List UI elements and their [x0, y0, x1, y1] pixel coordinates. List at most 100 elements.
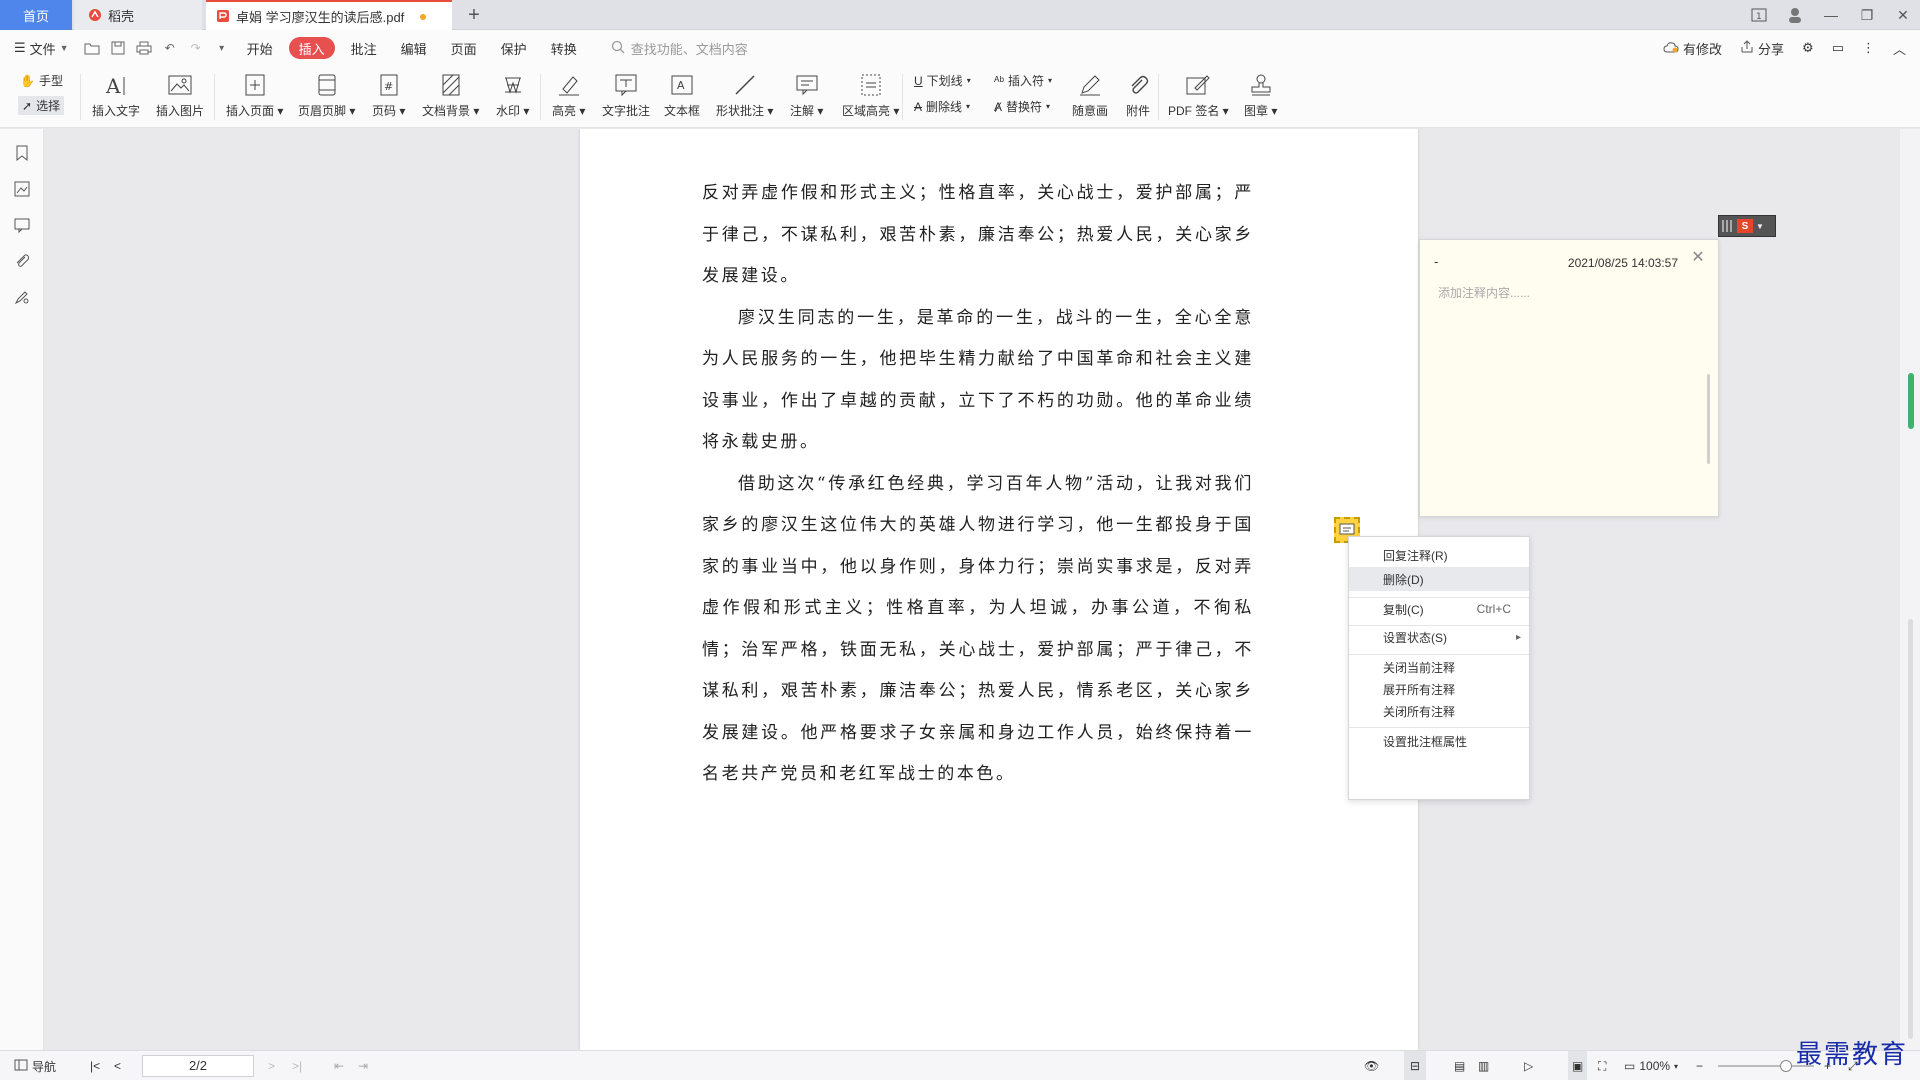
signature-panel-icon[interactable]	[12, 287, 32, 307]
fit-page-button[interactable]: ⛶	[1598, 1051, 1606, 1080]
strikethrough-button[interactable]: A 删除线 ▾	[914, 98, 970, 115]
prev-page-button[interactable]: <	[114, 1051, 121, 1080]
fit-width-button[interactable]: ⊟	[1404, 1051, 1427, 1080]
vertical-scrollbar[interactable]	[1900, 129, 1920, 1050]
menu-delete[interactable]: 删除(D)	[1349, 567, 1529, 591]
search-input[interactable]: 查找功能、文档内容	[611, 36, 811, 60]
menu-close-current[interactable]: 关闭当前注释	[1349, 655, 1529, 679]
header-footer-button[interactable]: 页眉页脚 ▾	[298, 70, 355, 119]
highlight-button[interactable]: 高亮 ▾	[552, 70, 585, 119]
page-input[interactable]: 2/2	[142, 1055, 254, 1077]
note-button[interactable]: 注解 ▾	[790, 70, 823, 119]
tab-daoke[interactable]: 稻壳	[74, 0, 202, 30]
redo-icon[interactable]: ↷	[183, 37, 209, 59]
new-tab-button[interactable]: +	[460, 0, 488, 30]
file-menu[interactable]: ☰ 文件 ▼	[14, 39, 79, 58]
comment-popup[interactable]: - 2021/08/25 14:03:57 ✕ 添加注释内容......	[1419, 239, 1719, 517]
freehand-button[interactable]: 随意画	[1072, 70, 1108, 119]
tab-document[interactable]: 卓娟 学习廖汉生的读后感.pdf	[206, 0, 452, 30]
zoom-slider-handle[interactable]	[1780, 1060, 1792, 1072]
menu-page[interactable]: 页面	[439, 37, 489, 59]
shape-annotation-button[interactable]: 形状批注 ▾	[716, 70, 773, 119]
underline-button[interactable]: U 下划线 ▾	[914, 72, 971, 89]
open-icon[interactable]	[79, 37, 105, 59]
zoom-dropdown[interactable]: ▭ 100% ▾	[1624, 1051, 1678, 1080]
forward-button[interactable]: ⇥	[358, 1051, 368, 1080]
area-highlight-button[interactable]: 区域高亮 ▾	[842, 70, 899, 119]
insert-text-button[interactable]: A 插入文字	[92, 70, 140, 119]
textbox-button[interactable]: A 文本框	[664, 70, 700, 119]
menu-set-status[interactable]: 设置状态(S) ▸	[1349, 625, 1529, 649]
doc-background-button[interactable]: 文档背景 ▾	[422, 70, 479, 119]
attachment-button[interactable]: 附件	[1124, 70, 1152, 119]
page-number-button[interactable]: # 页码 ▾	[372, 70, 405, 119]
document-viewport[interactable]: 反对弄虚作假和形式主义；性格直率，关心战士，爱护部属；严于律己，不谋私利，艰苦朴…	[45, 129, 1901, 1050]
close-icon[interactable]: ✕	[1690, 250, 1706, 266]
page-view-icon[interactable]: 1	[1750, 6, 1768, 24]
select-tool[interactable]: ➚ 选择	[18, 96, 65, 115]
text-annotation-button[interactable]: 文字批注	[602, 70, 650, 119]
modified-button[interactable]: 有修改	[1663, 39, 1722, 58]
collapse-icon[interactable]: ︿	[1893, 39, 1906, 58]
minimize-button[interactable]: —	[1822, 6, 1840, 24]
share-button[interactable]: 分享	[1740, 39, 1784, 58]
play-button[interactable]: ▷	[1524, 1051, 1533, 1080]
menu-annotate[interactable]: 批注	[339, 37, 389, 59]
insert-page-button[interactable]: 插入页面 ▾	[226, 70, 283, 119]
menu-edit[interactable]: 编辑	[389, 37, 439, 59]
undo-icon[interactable]: ↶	[157, 37, 183, 59]
unsaved-dot	[420, 14, 426, 20]
first-page-button[interactable]: |<	[90, 1051, 100, 1080]
more-icon[interactable]: ⋮	[1862, 40, 1875, 56]
gear-icon[interactable]: ⚙	[1802, 40, 1814, 56]
menu-copy[interactable]: 复制(C) Ctrl+C	[1349, 597, 1529, 621]
scroll-thumb[interactable]	[1908, 619, 1913, 1039]
restore-button[interactable]: ❐	[1858, 6, 1876, 24]
stamp-button[interactable]: 图章 ▾	[1244, 70, 1277, 119]
insert-symbol-button[interactable]: ᴬᵇ 插入符 ▾	[994, 72, 1052, 89]
insert-image-button[interactable]: 插入图片	[156, 70, 204, 119]
close-button[interactable]: ✕	[1894, 6, 1912, 24]
save-icon[interactable]	[105, 37, 131, 59]
menu-protect[interactable]: 保护	[489, 37, 539, 59]
actual-size-button[interactable]: ▣	[1568, 1051, 1588, 1080]
hand-tool[interactable]: ✋ 手型	[20, 72, 63, 89]
print-icon[interactable]	[131, 37, 157, 59]
scroll-indicator[interactable]	[1908, 373, 1914, 429]
single-page-button[interactable]: ▤	[1454, 1051, 1465, 1080]
watermark-icon	[499, 70, 527, 100]
menu-set-props[interactable]: 设置批注框属性	[1349, 729, 1529, 753]
replace-symbol-button[interactable]: Ⱥ 替换符 ▾	[994, 98, 1050, 115]
customize-icon[interactable]: ▾	[209, 37, 235, 59]
divider	[902, 74, 903, 120]
pdf-page[interactable]: 反对弄虚作假和形式主义；性格直率，关心战士，爱护部属；严于律己，不谋私利，艰苦朴…	[580, 129, 1418, 1050]
menu-expand-all[interactable]: 展开所有注释	[1349, 677, 1529, 701]
page-number-field[interactable]: 2/2	[142, 1051, 254, 1080]
back-button[interactable]: ⇤	[334, 1051, 344, 1080]
avatar[interactable]	[1786, 6, 1804, 24]
menu-reply-comment[interactable]: 回复注释(R)	[1349, 543, 1529, 567]
attachment-panel-icon[interactable]	[12, 251, 32, 271]
nav-toggle[interactable]: 导航	[14, 1051, 56, 1080]
floating-mini-toolbar[interactable]: S ▼	[1718, 215, 1776, 237]
zoom-out-button[interactable]: −	[1696, 1051, 1703, 1080]
comment-scrollbar[interactable]	[1707, 374, 1710, 464]
watermark-button[interactable]: 水印 ▾	[496, 70, 529, 119]
thumbnail-icon[interactable]	[12, 179, 32, 199]
actual-size-icon: ▣	[1572, 1059, 1584, 1073]
tab-home[interactable]: 首页	[0, 0, 72, 30]
message-icon[interactable]: ▭	[1832, 40, 1844, 56]
menu-insert[interactable]: 插入	[288, 37, 335, 59]
eye-protection-button[interactable]: 👁	[1364, 1051, 1379, 1080]
next-page-button[interactable]: >	[268, 1051, 275, 1080]
last-page-button[interactable]: >|	[292, 1051, 302, 1080]
comment-icon[interactable]	[12, 215, 32, 235]
menu-set-status-label: 设置状态(S)	[1383, 630, 1447, 645]
double-page-button[interactable]: ▥	[1478, 1051, 1489, 1080]
menu-start[interactable]: 开始	[235, 37, 285, 59]
comment-input[interactable]: 添加注释内容......	[1438, 284, 1530, 301]
pdf-sign-button[interactable]: PDF 签名 ▾	[1168, 70, 1229, 119]
bookmark-icon[interactable]	[12, 143, 32, 163]
menu-close-all[interactable]: 关闭所有注释	[1349, 699, 1529, 723]
menu-convert[interactable]: 转换	[539, 37, 589, 59]
